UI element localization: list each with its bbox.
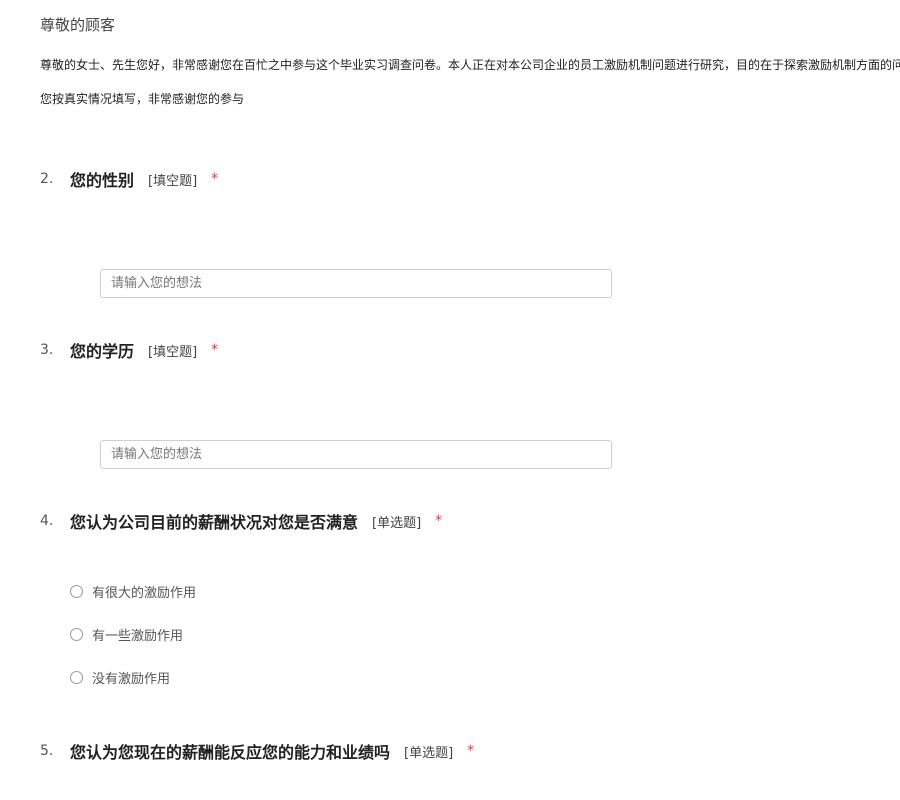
radio-option-great-incentive[interactable]: 有很大的激励作用 bbox=[70, 582, 196, 601]
question-title: 您认为公司目前的薪酬状况对您是否满意 bbox=[70, 513, 359, 532]
question-title: 您认为您现在的薪酬能反应您的能力和业绩吗 bbox=[70, 743, 391, 762]
question-number: 5. bbox=[40, 743, 54, 759]
radio-option-label[interactable]: 有很大的激励作用 bbox=[92, 582, 196, 601]
radio-circle-icon[interactable] bbox=[70, 627, 83, 641]
radio-option-some-incentive[interactable]: 有一些激励作用 bbox=[70, 625, 183, 644]
question-4-header: 4. 您认为公司目前的薪酬状况对您是否满意 [单选题] * bbox=[40, 509, 442, 533]
radio-circle-icon[interactable] bbox=[70, 584, 83, 598]
survey-intro-line-2: 您按真实情况填写，非常感谢您的参与 bbox=[40, 92, 245, 106]
question-type-badge: [填空题] bbox=[148, 344, 198, 360]
survey-greeting: 尊敬的顾客 bbox=[40, 16, 116, 34]
education-input[interactable] bbox=[100, 440, 612, 469]
question-type-badge: [填空题] bbox=[148, 173, 198, 189]
question-type-badge: [单选题] bbox=[404, 745, 454, 761]
question-2-header: 2. 您的性别 [填空题] * bbox=[40, 167, 218, 191]
question-5-header: 5. 您认为您现在的薪酬能反应您的能力和业绩吗 [单选题] * bbox=[40, 739, 474, 763]
question-number: 4. bbox=[40, 513, 54, 529]
question-number: 2. bbox=[40, 171, 54, 187]
radio-circle-icon[interactable] bbox=[70, 670, 83, 684]
required-marker: * bbox=[467, 743, 475, 759]
radio-option-no-incentive[interactable]: 没有激励作用 bbox=[70, 668, 170, 687]
gender-input[interactable] bbox=[100, 269, 612, 298]
survey-intro-line-1: 尊敬的女士、先生您好，非常感谢您在百忙之中参与这个毕业实习调查问卷。本人正在对本… bbox=[40, 58, 900, 72]
radio-option-label[interactable]: 没有激励作用 bbox=[92, 668, 170, 687]
required-marker: * bbox=[211, 342, 219, 358]
question-title: 您的学历 bbox=[70, 342, 135, 361]
required-marker: * bbox=[435, 513, 443, 529]
question-title: 您的性别 bbox=[70, 171, 135, 190]
question-number: 3. bbox=[40, 342, 54, 358]
question-type-badge: [单选题] bbox=[372, 515, 422, 531]
required-marker: * bbox=[211, 171, 219, 187]
question-3-header: 3. 您的学历 [填空题] * bbox=[40, 338, 218, 362]
radio-option-label[interactable]: 有一些激励作用 bbox=[92, 625, 183, 644]
